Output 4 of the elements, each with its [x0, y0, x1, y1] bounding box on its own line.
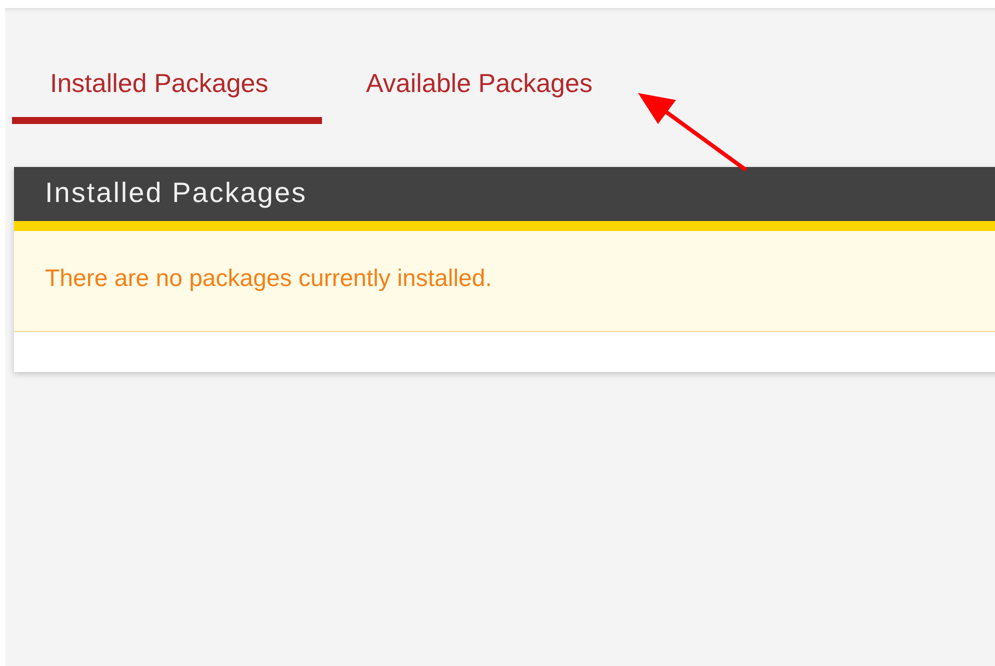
tab[interactable]: Installed Packages [12, 60, 322, 124]
panel-heading: Installed Packages [14, 167, 995, 221]
alert-message: There are no packages currently installed. [14, 221, 995, 332]
tab[interactable]: Available Packages [322, 60, 630, 124]
